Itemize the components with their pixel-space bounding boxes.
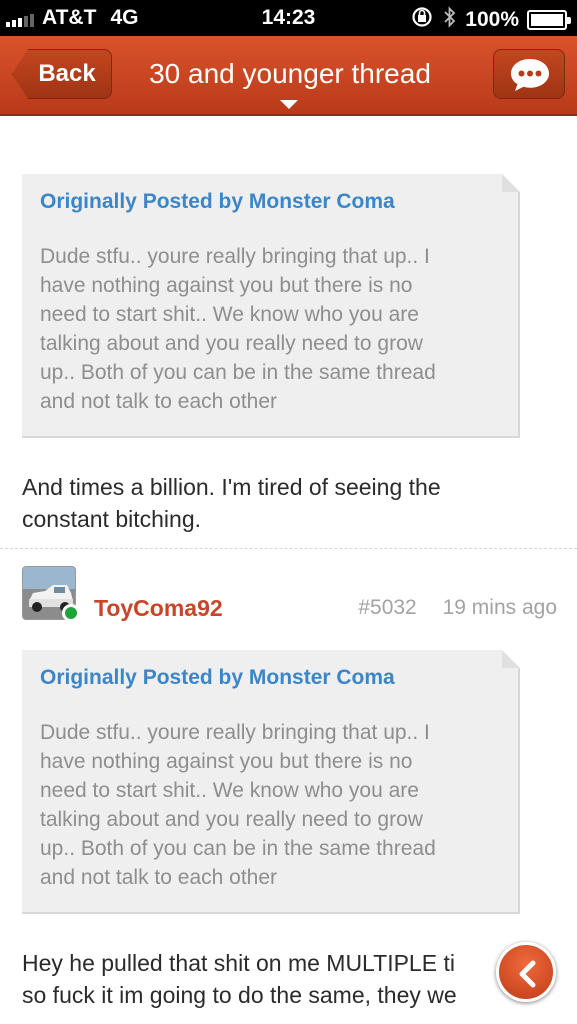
post-number[interactable]: #5032 xyxy=(358,596,416,619)
caret-down-icon[interactable] xyxy=(280,100,298,109)
post-time: 19 mins ago xyxy=(442,596,557,619)
quote-line: have nothing against you but there is no xyxy=(40,274,413,297)
quote-header: Originally Posted by Monster Coma xyxy=(40,666,395,689)
quote-line: up.. Both of you can be in the same thre… xyxy=(40,837,436,860)
post-body: Hey he pulled that shit on me MULTIPLE t… xyxy=(22,947,562,1011)
quote-line: Dude stfu.. youre really bringing that u… xyxy=(40,245,430,268)
quote-line: need to start shit.. We know who you are xyxy=(40,303,419,326)
chevron-left-icon xyxy=(519,960,536,988)
post-line: Hey he pulled that shit on me MULTIPLE t… xyxy=(22,950,455,976)
quote-block: Originally Posted by Monster Coma Dude s… xyxy=(22,174,520,438)
quote-line: and not talk to each other xyxy=(40,866,277,889)
quote-line: up.. Both of you can be in the same thre… xyxy=(40,361,436,384)
chat-bubble-icon xyxy=(511,59,549,91)
post-line: so fuck it im going to do the same, they… xyxy=(22,982,457,1008)
battery-icon xyxy=(527,10,571,30)
online-status-icon xyxy=(62,604,80,622)
quote-line: have nothing against you but there is no xyxy=(40,750,413,773)
rotation-lock-icon xyxy=(411,6,435,34)
quote-line: talking about and you really need to gro… xyxy=(40,332,423,355)
back-button[interactable]: Back xyxy=(12,49,112,99)
status-bar: AT&T 4G 14:23 100% xyxy=(0,0,577,36)
quote-text: Dude stfu.. youre really bringing that u… xyxy=(40,718,510,892)
post-divider xyxy=(0,548,577,549)
quote-line: need to start shit.. We know who you are xyxy=(40,779,419,802)
quote-line: Dude stfu.. youre really bringing that u… xyxy=(40,721,430,744)
post-username[interactable]: ToyComa92 xyxy=(94,595,223,622)
battery-percent: 100% xyxy=(465,8,519,31)
thread-content[interactable]: Originally Posted by Monster Coma Dude s… xyxy=(0,118,577,1024)
post-line: constant bitching. xyxy=(22,506,202,532)
bluetooth-icon xyxy=(443,6,457,34)
quote-text: Dude stfu.. youre really bringing that u… xyxy=(40,242,510,416)
floating-back-button[interactable] xyxy=(496,942,556,1002)
post-meta: #5032 19 mins ago xyxy=(358,596,557,620)
quote-line: and not talk to each other xyxy=(40,390,277,413)
nav-bar: Back 30 and younger thread xyxy=(0,36,577,116)
post-line: And times a billion. I'm tired of seeing… xyxy=(22,474,441,500)
quote-block: Originally Posted by Monster Coma Dude s… xyxy=(22,650,520,914)
quote-header: Originally Posted by Monster Coma xyxy=(40,190,395,213)
quote-line: talking about and you really need to gro… xyxy=(40,808,423,831)
thread-title[interactable]: 30 and younger thread xyxy=(130,58,450,90)
post-body: And times a billion. I'm tired of seeing… xyxy=(22,471,562,535)
reply-chat-button[interactable] xyxy=(493,49,565,99)
